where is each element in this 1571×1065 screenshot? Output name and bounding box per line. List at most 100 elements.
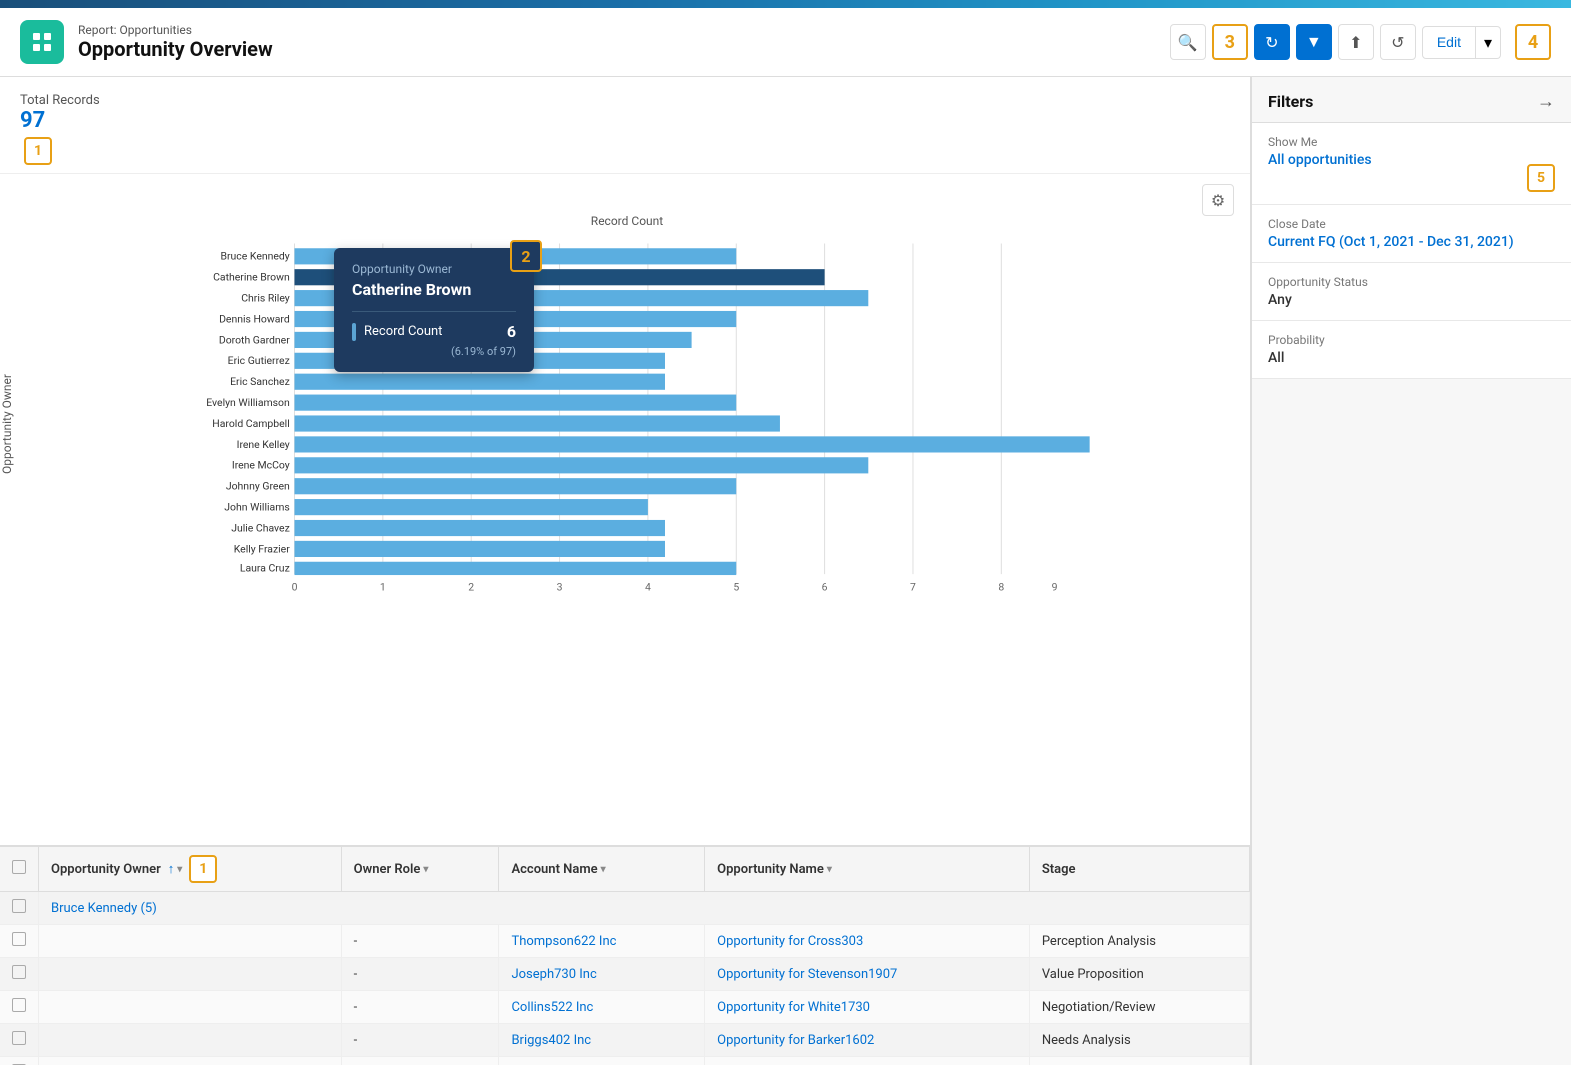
refresh-chart-button[interactable]: ↻ (1254, 24, 1290, 60)
share-button[interactable]: ⬆ (1338, 24, 1374, 60)
svg-text:Irene Kelley: Irene Kelley (237, 438, 290, 451)
row2-owner (39, 958, 342, 991)
numbered-box-4: 4 (1515, 24, 1551, 60)
svg-text:Bruce Kennedy: Bruce Kennedy (221, 250, 290, 263)
filters-arrow-button[interactable]: → (1537, 91, 1555, 112)
bar-john-williams[interactable] (295, 499, 648, 515)
row3-checkbox[interactable] (12, 998, 26, 1012)
edit-button[interactable]: Edit (1422, 26, 1476, 59)
select-all-checkbox[interactable] (12, 860, 26, 874)
role-col-header: Owner Role ▾ (354, 862, 429, 877)
chart-settings-button[interactable]: ⚙ (1202, 184, 1234, 216)
top-bar (0, 0, 1571, 8)
bar-irene-kelley[interactable] (295, 436, 1090, 452)
row5-stage: Qualification (1029, 1057, 1249, 1065)
data-table-area: Opportunity Owner ↑ ▾ 1 Owner Role ▾ (0, 845, 1250, 1065)
row1-owner (39, 925, 342, 958)
owner-role-label: Owner Role (354, 862, 421, 877)
filter-button[interactable]: ▼ (1296, 24, 1332, 60)
group-checkbox-cell (0, 892, 39, 925)
header-left: Report: Opportunities Opportunity Overvi… (20, 20, 273, 64)
report-subtitle: Report: Opportunities (78, 23, 273, 37)
table-col-account: Account Name ▾ (499, 847, 705, 892)
svg-text:2: 2 (468, 580, 474, 593)
probability-value: All (1268, 350, 1555, 366)
opportunity-filter-icon[interactable]: ▾ (827, 864, 832, 875)
row3-owner (39, 991, 342, 1024)
row2-checkbox[interactable] (12, 965, 26, 979)
svg-text:5: 5 (733, 580, 739, 593)
row5-role: - (341, 1057, 499, 1065)
bar-harold-campbell[interactable] (295, 415, 780, 431)
row2-opportunity-link[interactable]: Opportunity for Stevenson1907 (717, 967, 897, 982)
row1-opportunity-link[interactable]: Opportunity for Cross303 (717, 934, 863, 949)
bar-evelyn-williamson[interactable] (295, 395, 737, 411)
row1-opportunity: Opportunity for Cross303 (705, 925, 1030, 958)
role-filter-icon[interactable]: ▾ (423, 864, 428, 875)
tooltip-percentage: (6.19% of 97) (352, 345, 516, 358)
tooltip-owner-label: Opportunity Owner (352, 262, 516, 276)
probability-filter[interactable]: Probability All (1252, 321, 1571, 379)
row3-account-link[interactable]: Collins522 Inc (511, 1000, 593, 1015)
edit-dropdown-button[interactable]: ▾ (1476, 26, 1501, 59)
row1-checkbox[interactable] (12, 932, 26, 946)
svg-text:Chris Riley: Chris Riley (241, 291, 290, 304)
row2-account-link[interactable]: Joseph730 Inc (511, 967, 596, 982)
group-checkbox[interactable] (12, 899, 26, 913)
header-actions: 🔍 3 ↻ ▼ ⬆ ↺ Edit ▾ 4 (1170, 24, 1551, 60)
close-date-filter[interactable]: Close Date Current FQ (Oct 1, 2021 - Dec… (1252, 205, 1571, 263)
reload-button[interactable]: ↺ (1380, 24, 1416, 60)
row5-owner (39, 1057, 342, 1065)
account-name-label: Account Name (511, 862, 597, 877)
svg-text:3: 3 (557, 580, 563, 593)
svg-text:6: 6 (822, 580, 828, 593)
svg-text:Dennis Howard: Dennis Howard (219, 312, 290, 325)
row1-account-link[interactable]: Thompson622 Inc (511, 934, 616, 949)
svg-text:John Williams: John Williams (224, 500, 289, 513)
table-row: - Pittman435 Inc Opportunity for Watson1… (0, 1057, 1250, 1065)
bar-johnny-green[interactable] (295, 478, 737, 494)
opportunity-status-filter[interactable]: Opportunity Status Any (1252, 263, 1571, 321)
bar-irene-mccoy[interactable] (295, 457, 869, 473)
row3-stage: Negotiation/Review (1029, 991, 1249, 1024)
stage-label: Stage (1042, 862, 1076, 877)
row4-opportunity-link[interactable]: Opportunity for Barker1602 (717, 1033, 874, 1048)
data-table: Opportunity Owner ↑ ▾ 1 Owner Role ▾ (0, 847, 1250, 1065)
close-date-value: Current FQ (Oct 1, 2021 - Dec 31, 2021) (1268, 234, 1555, 250)
filters-title: Filters (1268, 92, 1313, 111)
table-col-stage: Stage (1029, 847, 1249, 892)
bar-eric-sanchez[interactable] (295, 374, 666, 390)
tooltip-record-label: Record Count (364, 324, 499, 339)
stats-area: Total Records 97 1 (0, 77, 1250, 174)
svg-text:4: 4 (645, 580, 651, 593)
bar-laura-cruz[interactable] (295, 562, 737, 575)
svg-text:Johnny Green: Johnny Green (226, 480, 290, 493)
bar-kelly-frazier[interactable] (295, 541, 666, 557)
main-layout: Total Records 97 1 ⚙ Opportunity Owner R… (0, 77, 1571, 1065)
table-row: - Collins522 Inc Opportunity for White17… (0, 991, 1250, 1024)
svg-text:Laura Cruz: Laura Cruz (240, 561, 290, 574)
row2-role: - (341, 958, 499, 991)
numbered-box-5: 5 (1527, 164, 1555, 192)
row3-opportunity-link[interactable]: Opportunity for White1730 (717, 1000, 870, 1015)
owner-filter-icon[interactable]: ▾ (177, 864, 182, 875)
row4-account: Briggs402 Inc (499, 1024, 705, 1057)
row4-account-link[interactable]: Briggs402 Inc (511, 1033, 591, 1048)
row2-opportunity: Opportunity for Stevenson1907 (705, 958, 1030, 991)
row1-role: - (341, 925, 499, 958)
sort-icon[interactable]: ↑ (168, 861, 175, 877)
svg-text:Catherine Brown: Catherine Brown (213, 271, 290, 284)
row4-checkbox[interactable] (12, 1031, 26, 1045)
app-header: Report: Opportunities Opportunity Overvi… (0, 8, 1571, 77)
bruce-kennedy-group-link[interactable]: Bruce Kennedy (5) (51, 901, 157, 916)
account-filter-icon[interactable]: ▾ (601, 864, 606, 875)
bars-chart: 0 1 2 3 4 5 6 7 8 9 (24, 234, 1230, 614)
bar-julie-chavez[interactable] (295, 520, 666, 536)
svg-text:Eric Gutierrez: Eric Gutierrez (228, 354, 290, 367)
probability-label: Probability (1268, 333, 1555, 347)
chart-container: Opportunity Owner Record Count (0, 214, 1230, 634)
show-me-filter[interactable]: Show Me All opportunities 5 (1252, 123, 1571, 205)
table-col-opportunity: Opportunity Name ▾ (705, 847, 1030, 892)
search-button[interactable]: 🔍 (1170, 24, 1206, 60)
table-row: - Thompson622 Inc Opportunity for Cross3… (0, 925, 1250, 958)
